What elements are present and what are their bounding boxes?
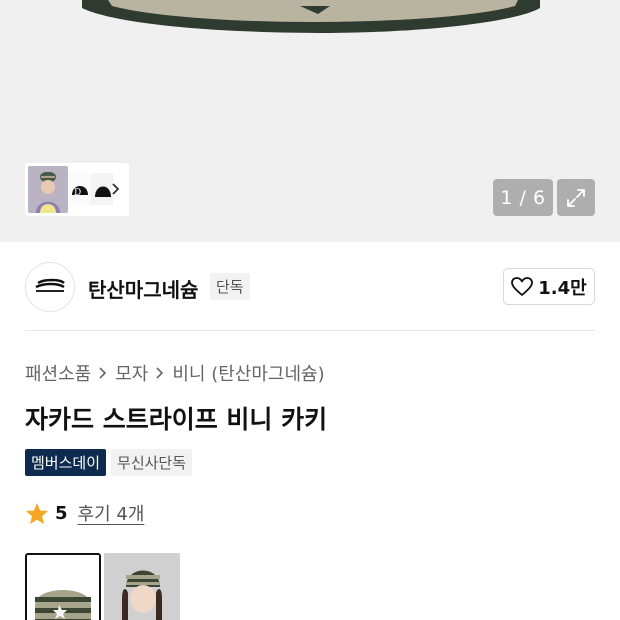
rating-row: 5 후기 4개 [25,500,144,526]
brand-exclusive-tag: 단독 [210,273,250,300]
breadcrumb-item-beanie[interactable]: 비니 (탄산마그네슘) [172,360,324,386]
like-button[interactable]: 1.4만 [503,268,595,305]
chevron-right-icon[interactable] [109,177,123,201]
brand-row: 탄산마그네슘 단독 1.4만 [25,262,595,312]
chevron-right-icon [99,367,107,379]
breadcrumb-item-fashion[interactable]: 패션소품 [25,360,91,386]
product-thumbnail-1[interactable] [25,553,101,620]
product-tags: 멤버스데이 무신사단독 [25,449,193,476]
musinsa-exclusive-tag: 무신사단독 [111,449,193,476]
gallery-thumbnail-strip[interactable]: D [25,163,129,216]
rating-score: 5 [55,502,68,524]
beanie-thumb-image [27,555,99,620]
breadcrumb-item-hat[interactable]: 모자 [115,360,148,386]
product-image-gallery[interactable]: D 1 / 6 [0,0,620,242]
brand-logo[interactable] [25,262,75,312]
model-thumb-image [104,553,180,620]
product-title: 자카드 스트라이프 비니 카키 [25,405,328,434]
breadcrumb: 패션소품 모자 비니 (탄산마그네슘) [25,360,325,386]
brand-logo-icon [35,278,65,292]
divider [25,330,595,331]
svg-text:D: D [74,188,81,198]
chevron-right-icon [156,367,164,379]
review-link[interactable]: 후기 4개 [78,500,145,526]
members-day-tag: 멤버스데이 [25,449,107,476]
brand-name[interactable]: 탄산마그네슘 [88,274,198,303]
like-count: 1.4만 [538,277,587,299]
expand-button[interactable] [557,179,595,216]
product-thumbnail-2[interactable] [104,553,180,620]
expand-icon [567,188,585,207]
heart-icon [511,276,534,296]
gallery-thumb-logo[interactable]: D [69,173,91,205]
gallery-pager: 1 / 6 [493,179,553,216]
star-icon [26,502,48,524]
pager-text: 1 / 6 [500,186,546,209]
gallery-thumb-model[interactable] [28,166,68,213]
